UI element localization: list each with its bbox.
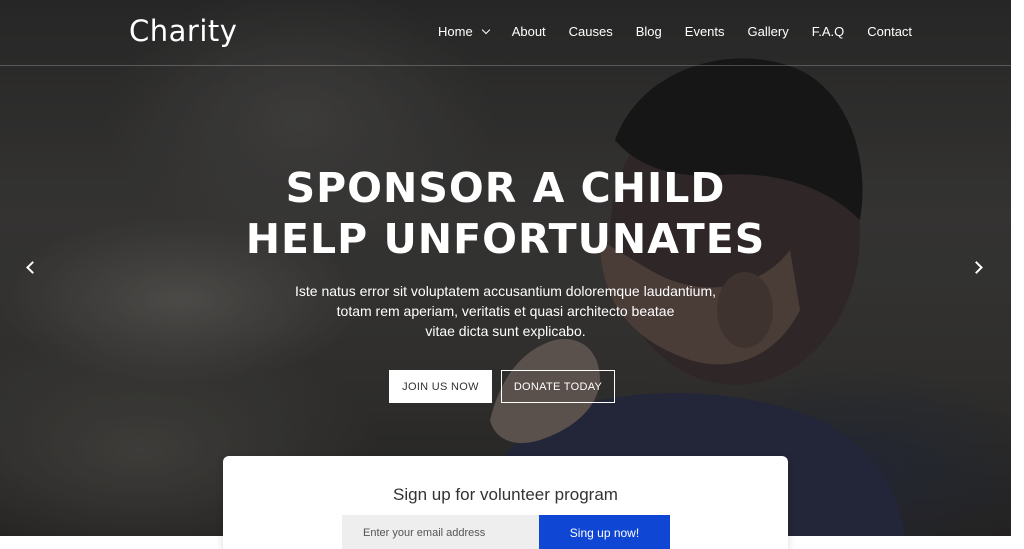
nav-item-causes[interactable]: Causes: [569, 24, 613, 39]
main-nav: Home About Causes Blog Events Gallery F.…: [438, 24, 935, 39]
nav-item-blog[interactable]: Blog: [636, 24, 662, 39]
hero-subtext-line3: vitae dicta sunt explicabo.: [425, 323, 586, 339]
site-header: Charity Home About Causes Blog Events Ga…: [0, 0, 1011, 66]
join-us-button[interactable]: JOIN US NOW: [389, 370, 492, 403]
volunteer-title: Sign up for volunteer program: [393, 485, 618, 504]
nav-item-gallery[interactable]: Gallery: [748, 24, 789, 39]
donate-button[interactable]: DONATE TODAY: [501, 370, 615, 403]
hero-headline-line1: SPONSOR A CHILD: [285, 164, 726, 212]
scrollbar-gutter: [1011, 0, 1024, 549]
hero-subtext: Iste natus error sit voluptatem accusant…: [0, 281, 1011, 341]
nav-item-faq[interactable]: F.A.Q: [812, 24, 845, 39]
nav-item-about[interactable]: About: [512, 24, 546, 39]
nav-item-events[interactable]: Events: [685, 24, 725, 39]
hero-subtext-line1: Iste natus error sit voluptatem accusant…: [295, 283, 716, 299]
nav-item-label: Home: [438, 24, 473, 39]
hero-headline-line2: HELP UNFORTUNATES: [245, 215, 766, 263]
logo[interactable]: Charity: [129, 14, 237, 48]
email-field[interactable]: [342, 515, 539, 549]
nav-item-contact[interactable]: Contact: [867, 24, 912, 39]
nav-item-home[interactable]: Home: [438, 24, 490, 39]
chevron-down-icon: [481, 25, 490, 34]
volunteer-card: Sign up for volunteer program Sing up no…: [223, 456, 788, 549]
signup-button[interactable]: Sing up now!: [539, 515, 670, 549]
hero-subtext-line2: totam rem aperiam, veritatis et quasi ar…: [336, 303, 675, 319]
